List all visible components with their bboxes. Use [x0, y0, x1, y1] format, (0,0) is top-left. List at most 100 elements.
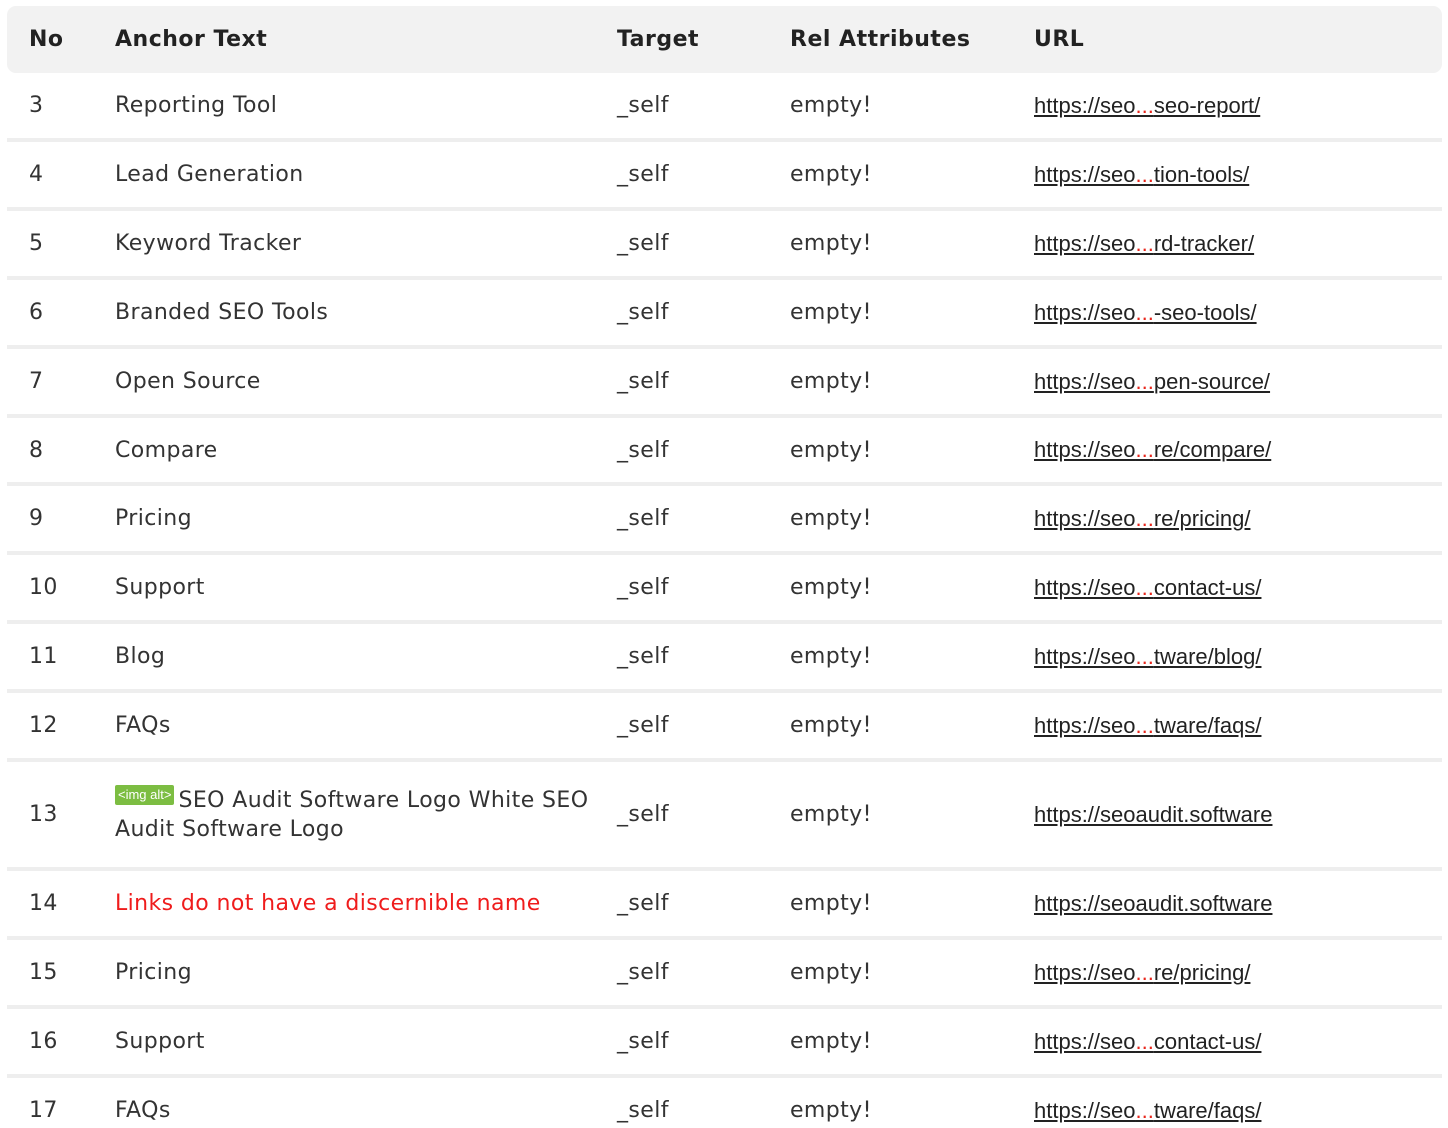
url-link[interactable]: https://seoaudit.software [1034, 802, 1272, 828]
cell-target: _self [617, 940, 767, 1005]
url-link[interactable]: https://seo...re/pricing/ [1034, 506, 1250, 532]
url-link[interactable]: https://seo...contact-us/ [1034, 575, 1261, 601]
table-row: 9 Pricing _self empty! https://seo...re/pric… [7, 486, 1442, 555]
url-link[interactable]: https://seo...re/compare/ [1034, 437, 1271, 463]
cell-target: _self [617, 693, 767, 758]
cell-anchor-text: Pricing [115, 486, 595, 551]
url-end: seo-report/ [1153, 92, 1261, 118]
cell-rel-attributes: empty! [790, 280, 990, 345]
url-end: tion-tools/ [1153, 161, 1250, 187]
url-ellipsis: ... [1135, 643, 1154, 669]
target-value: _self [617, 93, 669, 118]
url-start: https://seo [1034, 505, 1136, 531]
anchor-text: Links do not have a discernible name [115, 889, 541, 918]
table-row: 15 Pricing _self empty! https://seo...re/pri… [7, 940, 1442, 1009]
cell-rel-attributes: empty! [790, 1078, 990, 1128]
url-end: -seo-tools/ [1153, 299, 1257, 325]
url-end: contact-us/ [1153, 574, 1262, 600]
cell-anchor-text: Reporting Tool [115, 73, 595, 138]
url-ellipsis: ... [1135, 712, 1154, 738]
url-ellipsis: ... [1135, 505, 1154, 531]
row-number: 10 [29, 575, 58, 600]
anchor-text: Support [115, 1027, 205, 1056]
url-link[interactable]: https://seo...re/pricing/ [1034, 960, 1250, 986]
table-row: 5 Keyword Tracker _self empty! https://seo..… [7, 211, 1442, 280]
cell-target: _self [617, 1078, 767, 1128]
url-end: rd-tracker/ [1153, 230, 1255, 256]
url-end: tware/faqs/ [1153, 1097, 1262, 1123]
anchor-label: Open Source [115, 369, 261, 394]
url-link[interactable]: https://seo...tware/blog/ [1034, 644, 1261, 670]
cell-rel-attributes: empty! [790, 871, 990, 936]
table-row: 17 FAQs _self empty! https://seo...tware/faq… [7, 1078, 1442, 1128]
rel-value: empty! [790, 802, 872, 827]
column-header-url: URL [1034, 27, 1085, 52]
table-row: 16 Support _self empty! https://seo...contac… [7, 1009, 1442, 1078]
anchor-text: Reporting Tool [115, 91, 277, 120]
anchor-text: Compare [115, 436, 218, 465]
cell-target: _self [617, 73, 767, 138]
cell-anchor-text: Compare [115, 418, 595, 482]
url-link[interactable]: https://seo...contact-us/ [1034, 1029, 1261, 1055]
url-end: re/pricing/ [1153, 505, 1251, 531]
cell-anchor-text: Keyword Tracker [115, 211, 595, 276]
rel-value: empty! [790, 960, 872, 985]
cell-anchor-text: FAQs [115, 1078, 595, 1128]
cell-anchor-text: FAQs [115, 693, 595, 758]
anchor-label: Pricing [115, 506, 192, 531]
table-row: 6 Branded SEO Tools _self empty! https://seo… [7, 280, 1442, 349]
cell-url: https://seo...re/pricing/ [1034, 486, 1434, 551]
table-row: 7 Open Source _self empty! https://seo...pen… [7, 349, 1442, 418]
cell-no: 5 [29, 211, 109, 276]
url-start: https://seo [1034, 1097, 1136, 1123]
cell-url: https://seo...tware/faqs/ [1034, 693, 1434, 758]
anchor-label: Compare [115, 437, 218, 463]
row-number: 5 [29, 231, 44, 256]
cell-url: https://seo...rd-tracker/ [1034, 211, 1434, 276]
target-value: _self [617, 644, 669, 669]
target-value: _self [617, 231, 669, 256]
url-ellipsis: ... [1135, 368, 1154, 394]
url-link[interactable]: https://seo...tware/faqs/ [1034, 713, 1261, 739]
anchor-label: Branded SEO Tools [115, 300, 329, 325]
cell-no: 9 [29, 486, 109, 551]
cell-rel-attributes: empty! [790, 418, 990, 482]
url-link[interactable]: https://seo...pen-source/ [1034, 369, 1270, 395]
rel-value: empty! [790, 506, 872, 531]
url-link[interactable]: https://seo...seo-report/ [1034, 93, 1260, 119]
row-number: 4 [29, 162, 44, 187]
target-value: _self [617, 1098, 669, 1123]
anchor-label: FAQs [115, 713, 171, 738]
url-start: https://seo [1034, 299, 1136, 325]
cell-url: https://seo...re/pricing/ [1034, 940, 1434, 1005]
url-link[interactable]: https://seo...tion-tools/ [1034, 162, 1249, 188]
url-ellipsis: ... [1135, 437, 1154, 462]
rel-value: empty! [790, 300, 872, 325]
url-link[interactable]: https://seo...tware/faqs/ [1034, 1098, 1261, 1124]
cell-no: 8 [29, 418, 109, 482]
cell-no: 12 [29, 693, 109, 758]
url-ellipsis: ... [1135, 959, 1154, 985]
target-value: _self [617, 960, 669, 985]
url-ellipsis: ... [1135, 1097, 1154, 1123]
anchor-text: Pricing [115, 958, 192, 987]
cell-target: _self [617, 418, 767, 482]
rel-value: empty! [790, 575, 872, 600]
anchor-text: Branded SEO Tools [115, 298, 328, 327]
cell-url: https://seo...re/compare/ [1034, 418, 1434, 482]
cell-anchor-text: <img alt> SEO Audit Software Logo White S… [115, 762, 595, 867]
column-header-rel-attributes: Rel Attributes [790, 27, 971, 52]
table-row: 13 <img alt> SEO Audit Software Logo White… [7, 762, 1442, 871]
url-link[interactable]: https://seo...rd-tracker/ [1034, 231, 1254, 257]
cell-rel-attributes: empty! [790, 693, 990, 758]
cell-url: https://seo...tion-tools/ [1034, 142, 1434, 207]
cell-target: _self [617, 486, 767, 551]
cell-anchor-text: Support [115, 1009, 595, 1074]
column-header-no: No [29, 27, 64, 52]
cell-no: 17 [29, 1078, 109, 1128]
cell-target: _self [617, 624, 767, 689]
table-row: 3 Reporting Tool _self empty! https://seo...… [7, 73, 1442, 142]
url-link[interactable]: https://seoaudit.software [1034, 891, 1272, 917]
url-link[interactable]: https://seo...-seo-tools/ [1034, 300, 1257, 326]
rel-value: empty! [790, 644, 872, 669]
